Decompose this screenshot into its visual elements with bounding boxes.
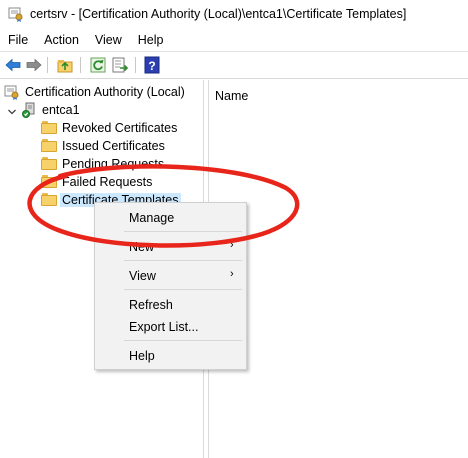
svg-text:?: ? [148, 59, 155, 73]
help-icon[interactable]: ? [143, 56, 161, 74]
toolbar-separator [47, 57, 48, 73]
menu-separator [124, 289, 242, 290]
tree-node-root[interactable]: Certification Authority (Local) [4, 83, 185, 101]
tree-node-label: Pending Requests [62, 157, 165, 171]
menu-item-label: Refresh [129, 298, 173, 312]
folder-icon [41, 193, 57, 209]
menu-item-label: Export List... [129, 320, 199, 334]
context-menu-item-new[interactable]: New › [95, 236, 246, 256]
context-menu-item-export-list[interactable]: Export List... [95, 316, 246, 336]
tree-node-revoked-certificates[interactable]: Revoked Certificates [41, 119, 177, 137]
tree-node-label: Certification Authority (Local) [25, 85, 185, 99]
tree-node-pending-requests[interactable]: Pending Requests [41, 155, 164, 173]
up-folder-icon[interactable] [56, 56, 74, 74]
tree-node-entca1[interactable]: entca1 [21, 101, 80, 119]
tree-node-label: Issued Certificates [62, 139, 165, 153]
chevron-right-icon: › [230, 239, 234, 251]
context-menu: Manage New › View › Refresh Export List.… [94, 202, 247, 370]
tree-node-label: Revoked Certificates [62, 121, 178, 135]
window-title: certsrv - [Certification Authority (Loca… [30, 7, 407, 21]
context-menu-item-view[interactable]: View › [95, 265, 246, 285]
toolbar-separator [135, 57, 136, 73]
details-pane: Name [209, 80, 468, 458]
tree-node-failed-requests[interactable]: Failed Requests [41, 173, 152, 191]
menu-item-label: Manage [129, 211, 175, 225]
tree-node-issued-certificates[interactable]: Issued Certificates [41, 137, 165, 155]
ca-server-icon [22, 102, 35, 118]
chevron-right-icon: › [230, 268, 234, 280]
menu-help[interactable]: Help [130, 30, 172, 50]
back-arrow-icon[interactable] [4, 56, 22, 74]
context-menu-item-manage[interactable]: Manage [95, 207, 246, 227]
toolbar: ? [0, 51, 468, 79]
context-menu-item-help[interactable]: Help [95, 345, 246, 365]
tree-node-label: entca1 [42, 103, 80, 117]
certsrv-app-icon [8, 7, 23, 22]
menu-separator [124, 231, 242, 232]
tree-node-label: Failed Requests [62, 175, 153, 189]
menu-item-label: New [129, 240, 155, 254]
menu-item-label: View [129, 269, 156, 283]
menu-action[interactable]: Action [36, 30, 87, 50]
menu-file[interactable]: File [0, 30, 36, 50]
export-list-icon[interactable] [111, 56, 129, 74]
toolbar-separator [80, 57, 81, 73]
certification-authority-icon [4, 85, 19, 100]
context-menu-item-refresh[interactable]: Refresh [95, 294, 246, 314]
forward-arrow-icon[interactable] [25, 56, 43, 74]
menu-separator [124, 340, 242, 341]
column-header-divider [209, 108, 468, 109]
folder-icon [41, 121, 57, 137]
folder-icon [41, 175, 57, 191]
chevron-down-icon[interactable] [7, 107, 17, 117]
folder-icon [41, 139, 57, 155]
folder-icon [41, 157, 57, 173]
column-header-name[interactable]: Name [215, 89, 248, 103]
title-bar: certsrv - [Certification Authority (Loca… [0, 0, 468, 28]
menu-view[interactable]: View [87, 30, 130, 50]
menu-separator [124, 260, 242, 261]
refresh-icon[interactable] [89, 56, 107, 74]
menu-bar: File Action View Help [0, 30, 468, 50]
menu-item-label: Help [129, 349, 155, 363]
